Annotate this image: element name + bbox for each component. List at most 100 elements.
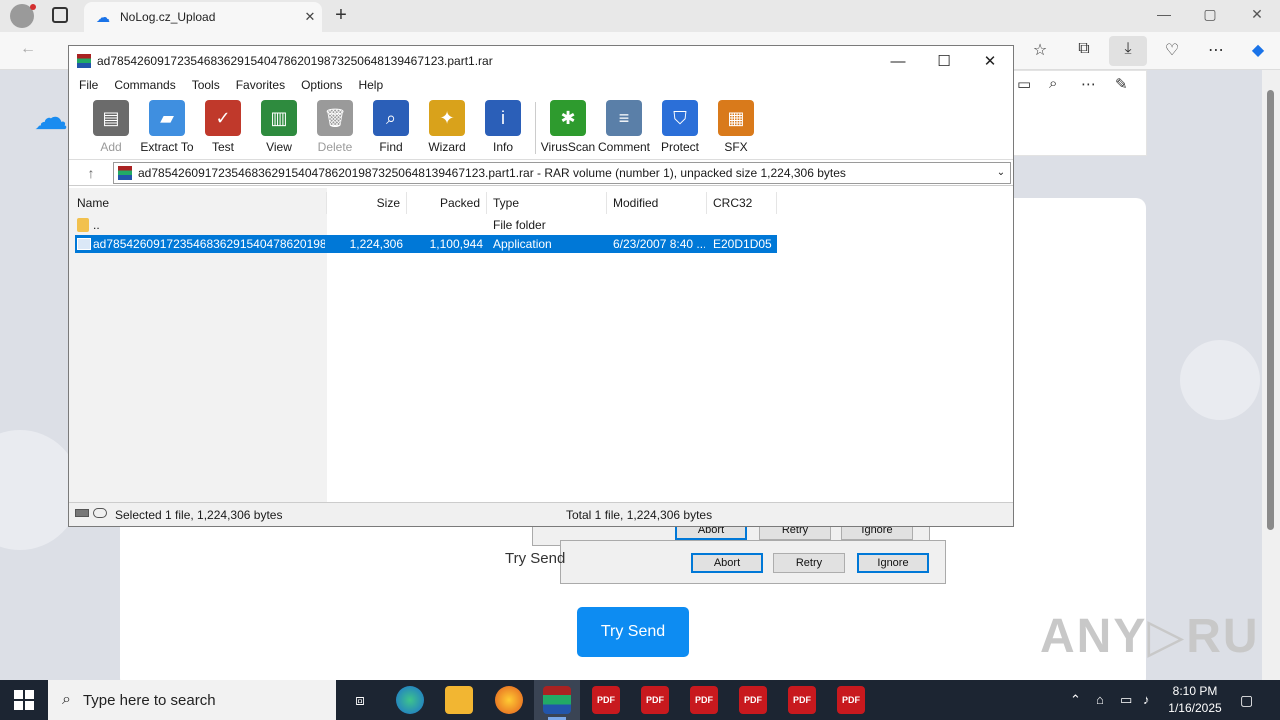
path-text: ad78542609172354683629154047862019873250… bbox=[138, 165, 846, 180]
scroll-thumb[interactable] bbox=[1267, 90, 1274, 530]
winrar-close-button[interactable]: ✕ bbox=[967, 52, 1013, 70]
volume-icon[interactable]: ♪ bbox=[1143, 692, 1150, 707]
file-list[interactable]: Name Size Packed Type Modified CRC32 .. … bbox=[69, 188, 1013, 502]
taskbar-search-box[interactable]: ⌕ Type here to search bbox=[48, 680, 336, 720]
display-icon[interactable]: ▭ bbox=[1120, 692, 1132, 708]
winrar-taskbar-icon[interactable] bbox=[543, 686, 571, 714]
search-placeholder: Type here to search bbox=[82, 691, 216, 709]
tool-sfx-button[interactable]: ▦ SFX bbox=[708, 96, 764, 154]
downloads-icon[interactable]: ⤓ bbox=[1109, 36, 1147, 66]
column-header-packed[interactable]: Packed bbox=[407, 192, 487, 214]
favorites-icon[interactable]: ☆ bbox=[1028, 40, 1052, 62]
browser-essentials-icon[interactable]: ♡ bbox=[1160, 40, 1184, 62]
collections-icon[interactable]: ⧉ bbox=[1072, 40, 1096, 62]
column-header-type[interactable]: Type bbox=[487, 192, 607, 214]
tool-label: Find bbox=[379, 140, 403, 154]
tool-comment-button[interactable]: ≡ Comment bbox=[596, 96, 652, 154]
menu-tools[interactable]: Tools bbox=[184, 76, 228, 96]
tab-actions-icon[interactable] bbox=[52, 7, 68, 23]
pdf-icon[interactable]: PDF bbox=[592, 686, 620, 714]
menu-file[interactable]: File bbox=[71, 76, 106, 96]
column-header-modified[interactable]: Modified bbox=[607, 192, 707, 214]
menu-options[interactable]: Options bbox=[293, 76, 350, 96]
path-combobox[interactable]: ad78542609172354683629154047862019873250… bbox=[113, 161, 1011, 184]
windows-start-icon[interactable] bbox=[14, 690, 34, 710]
taskbar-clock[interactable]: 8:10 PM 1/16/2025 bbox=[1160, 683, 1230, 717]
firefox-icon[interactable] bbox=[495, 686, 523, 714]
task-view-icon[interactable]: ⧈ bbox=[346, 686, 374, 714]
magnifier-icon: ⌕ bbox=[373, 100, 409, 136]
winrar-title: ad78542609172354683629154047862019873250… bbox=[97, 54, 493, 68]
more-icon[interactable]: ⋯ bbox=[1081, 75, 1096, 93]
tool-test-button[interactable]: ✓ Test bbox=[195, 96, 251, 154]
pdf-icon[interactable]: PDF bbox=[788, 686, 816, 714]
menu-favorites[interactable]: Favorites bbox=[228, 76, 293, 96]
try-send-button[interactable]: Try Send bbox=[577, 607, 689, 657]
tool-protect-button[interactable]: ⛉ Protect bbox=[652, 96, 708, 154]
tool-add-button[interactable]: ▤ Add bbox=[83, 96, 139, 154]
tool-view-button[interactable]: ▥ View bbox=[251, 96, 307, 154]
tab-close-icon[interactable]: ✕ bbox=[298, 9, 322, 25]
retry-button[interactable]: Retry bbox=[773, 553, 845, 573]
application-icon bbox=[77, 238, 91, 250]
book-icon: ▥ bbox=[261, 100, 297, 136]
tool-delete-button[interactable]: 🗑 Delete bbox=[307, 96, 363, 154]
up-folder-icon[interactable]: ↑ bbox=[69, 165, 113, 181]
try-send-label: Try Send bbox=[505, 550, 566, 567]
search-icon[interactable]: ⌕ bbox=[1049, 75, 1057, 92]
back-icon[interactable]: ← bbox=[16, 40, 40, 62]
list-item-selected-file[interactable]: ad785426091723546836291540478620198 73..… bbox=[75, 235, 777, 253]
edge-icon[interactable] bbox=[396, 686, 424, 714]
tab-nolog-upload[interactable]: ☁ NoLog.cz_Upload ✕ bbox=[84, 2, 322, 32]
folder-icon: ▰ bbox=[149, 100, 185, 136]
list-item-parent-folder[interactable]: .. File folder bbox=[75, 216, 777, 234]
notifications-icon[interactable]: ▢ bbox=[1240, 692, 1253, 709]
pdf-icon[interactable]: PDF bbox=[739, 686, 767, 714]
page-scrollbar[interactable] bbox=[1262, 70, 1280, 680]
chevron-down-icon[interactable]: ⌄ bbox=[992, 167, 1010, 178]
column-header-size[interactable]: Size bbox=[327, 192, 407, 214]
menu-help[interactable]: Help bbox=[350, 76, 391, 96]
winrar-maximize-button[interactable]: ☐ bbox=[921, 52, 967, 70]
close-button[interactable]: ✕ bbox=[1245, 6, 1269, 23]
clock-time: 8:10 PM bbox=[1172, 684, 1218, 698]
copilot-icon[interactable]: ◆ bbox=[1246, 40, 1270, 62]
cloud-upload-icon: ☁ bbox=[96, 8, 110, 25]
tool-virusscan-button[interactable]: ✱ VirusScan bbox=[540, 96, 596, 154]
maximize-button[interactable]: ▢ bbox=[1198, 6, 1222, 23]
file-explorer-icon[interactable] bbox=[445, 686, 473, 714]
upload-cloud-icon: ☁ bbox=[34, 99, 68, 137]
tool-extract-to-button[interactable]: ▰ Extract To bbox=[139, 96, 195, 154]
status-selected: Selected 1 file, 1,224,306 bytes bbox=[115, 508, 283, 522]
pdf-icon[interactable]: PDF bbox=[837, 686, 865, 714]
folder-icon[interactable]: ▭ bbox=[1017, 75, 1031, 93]
new-tab-button[interactable]: + bbox=[330, 4, 352, 27]
tool-label: Add bbox=[100, 140, 122, 154]
pdf-icon[interactable]: PDF bbox=[690, 686, 718, 714]
pdf-icon[interactable]: PDF bbox=[641, 686, 669, 714]
ignore-button[interactable]: Ignore bbox=[857, 553, 929, 573]
info-icon: i bbox=[485, 100, 521, 136]
clock-date: 1/16/2025 bbox=[1168, 701, 1222, 715]
tool-find-button[interactable]: ⌕ Find bbox=[363, 96, 419, 154]
folder-icon bbox=[77, 218, 89, 232]
more-menu-icon[interactable]: ⋯ bbox=[1204, 40, 1228, 62]
abort-button[interactable]: Abort bbox=[691, 553, 763, 573]
minimize-button[interactable]: — bbox=[1152, 6, 1176, 22]
winrar-app-icon bbox=[77, 54, 91, 68]
winrar-minimize-button[interactable]: — bbox=[875, 53, 921, 70]
rar-archive-icon bbox=[118, 165, 132, 180]
tool-label: Extract To bbox=[140, 140, 194, 154]
network-icon[interactable]: ⌂ bbox=[1096, 692, 1104, 707]
tool-wizard-button[interactable]: ✦ Wizard bbox=[419, 96, 475, 154]
tray-chevron-up-icon[interactable]: ⌃ bbox=[1070, 692, 1081, 708]
browser-tabstrip: ☁ NoLog.cz_Upload ✕ + — ▢ ✕ bbox=[0, 0, 1280, 32]
drive-icon bbox=[75, 509, 89, 517]
pin-icon[interactable]: ✎ bbox=[1115, 75, 1128, 93]
column-header-name[interactable]: Name bbox=[77, 192, 327, 214]
tool-info-button[interactable]: i Info bbox=[475, 96, 531, 154]
page-header-panel: ▭ ⌕ ⋯ ✎ bbox=[1012, 70, 1147, 156]
menu-commands[interactable]: Commands bbox=[106, 76, 183, 96]
error-dialog-front: Abort Retry Ignore bbox=[560, 540, 946, 584]
column-header-crc32[interactable]: CRC32 bbox=[707, 192, 777, 214]
